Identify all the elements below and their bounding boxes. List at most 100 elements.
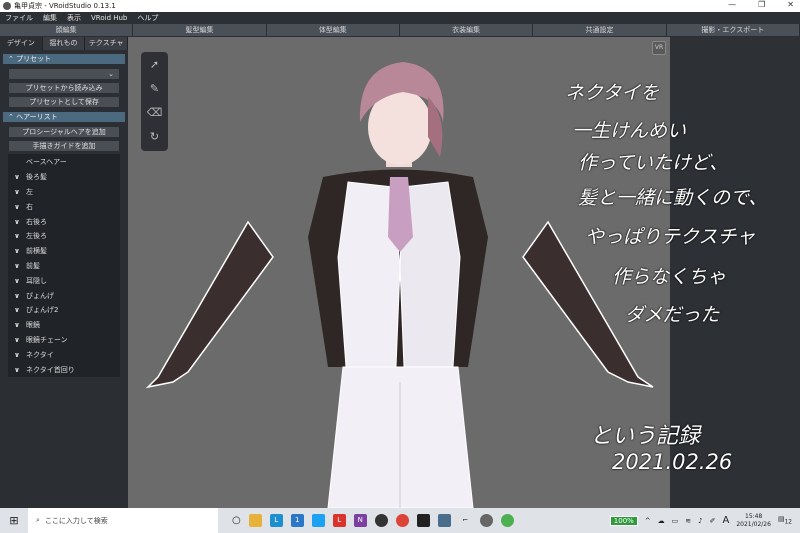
list-item[interactable]: ∨ ネクタイ首回り bbox=[8, 362, 120, 377]
tab-body[interactable]: 体型編集 bbox=[266, 24, 400, 36]
sticky-notes-icon[interactable] bbox=[416, 514, 430, 527]
list-item[interactable]: ∨ 眼鏡 bbox=[8, 318, 120, 333]
list-item[interactable]: ∨ ぴょんげ2 bbox=[8, 303, 120, 318]
menu-help[interactable]: ヘルプ bbox=[137, 13, 158, 23]
subtab-physics[interactable]: 揺れもの bbox=[42, 37, 86, 50]
pen-tray-icon[interactable]: ✐ bbox=[710, 517, 716, 525]
chrome-icon[interactable] bbox=[395, 514, 409, 527]
chevron-down-icon[interactable]: ∨ bbox=[8, 277, 26, 285]
chevron-down-icon[interactable]: ∨ bbox=[8, 232, 26, 240]
hairlist-section-header[interactable]: ⌃ ヘアーリスト bbox=[3, 112, 125, 122]
list-item-label: ネクタイ bbox=[26, 350, 54, 359]
mail-icon[interactable]: 1 bbox=[290, 514, 304, 527]
chevron-down-icon[interactable]: ∨ bbox=[8, 262, 26, 270]
rotate-icon[interactable]: ↻ bbox=[150, 130, 159, 148]
chevron-down-icon[interactable]: ∨ bbox=[8, 351, 26, 359]
maximize-button[interactable]: ❐ bbox=[758, 0, 765, 9]
tab-export[interactable]: 撮影・エクスポート bbox=[666, 24, 800, 36]
window-title: 亀甲貞宗 - VRoidStudio 0.13.1 bbox=[14, 2, 116, 10]
list-item[interactable]: ∨ 眼鏡チェーン bbox=[8, 333, 120, 348]
save-preset-button[interactable]: プリセットとして保存 bbox=[8, 96, 120, 108]
line-app-icon[interactable]: L bbox=[269, 514, 283, 527]
list-item[interactable]: ∨ 前髪 bbox=[8, 259, 120, 274]
ime-indicator[interactable]: A bbox=[723, 515, 730, 526]
tool-palette: ➚ ✎ ⌫ ↻ bbox=[141, 52, 168, 151]
list-item[interactable]: ∨ 右後ろ bbox=[8, 214, 120, 229]
pen-icon[interactable]: ✎ bbox=[150, 82, 159, 100]
hairlist-header-label: ヘアーリスト bbox=[16, 113, 58, 121]
list-item-label: 眼鏡チェーン bbox=[26, 335, 68, 344]
chevron-down-icon[interactable]: ∨ bbox=[8, 366, 26, 374]
tab-outfit[interactable]: 衣装編集 bbox=[399, 24, 534, 36]
close-button[interactable]: ✕ bbox=[787, 0, 794, 9]
menu-file[interactable]: ファイル bbox=[5, 13, 33, 23]
minimize-button[interactable]: — bbox=[728, 0, 736, 9]
taskbar-search[interactable]: ⌕ ここに入力して検索 bbox=[28, 508, 218, 533]
wifi-icon[interactable]: ≋ bbox=[685, 517, 691, 525]
color-app-icon[interactable] bbox=[500, 514, 514, 527]
clock-date: 2021/02/26 bbox=[736, 520, 771, 528]
chevron-down-icon[interactable]: ∨ bbox=[8, 173, 26, 181]
menu-view[interactable]: 表示 bbox=[67, 13, 81, 23]
twitter-icon[interactable] bbox=[311, 514, 325, 527]
calculator-icon[interactable] bbox=[437, 514, 451, 527]
vroid-studio-icon[interactable] bbox=[479, 514, 493, 527]
list-item[interactable]: ∨ 後ろ髪 bbox=[8, 170, 120, 185]
list-item[interactable]: ∨ 左後ろ bbox=[8, 229, 120, 244]
3d-viewport[interactable]: ➚ ✎ ⌫ ↻ VR bbox=[128, 37, 670, 508]
list-item[interactable]: ∨ 前横髪 bbox=[8, 244, 120, 259]
subtab-design[interactable]: デザイン bbox=[0, 37, 43, 50]
cortana-icon[interactable]: ○ bbox=[232, 515, 241, 526]
list-item-label: 耳隠し bbox=[26, 276, 47, 285]
chevron-down-icon[interactable]: ∨ bbox=[8, 336, 26, 344]
vr-view-button[interactable]: VR bbox=[652, 41, 666, 55]
windows-start-icon[interactable]: ⊞ bbox=[0, 514, 28, 527]
battery-indicator[interactable]: 100% bbox=[609, 515, 638, 526]
list-item[interactable]: ∨ 右 bbox=[8, 199, 120, 214]
app-icon[interactable]: ⌐ bbox=[459, 514, 472, 527]
preset-section-header[interactable]: ⌃ プリセット bbox=[3, 54, 125, 64]
onedrive-icon[interactable]: ☁ bbox=[658, 517, 665, 525]
menu-edit[interactable]: 編集 bbox=[43, 13, 57, 23]
chevron-down-icon[interactable]: ∨ bbox=[8, 292, 26, 300]
chevron-up-icon[interactable]: ^ bbox=[645, 517, 651, 525]
add-procedural-hair-button[interactable]: プロシージャルヘアを追加 bbox=[8, 126, 120, 138]
select-cursor-icon[interactable]: ➚ bbox=[150, 58, 159, 76]
subtab-texture[interactable]: テクスチャ bbox=[85, 37, 129, 50]
battery-icon[interactable]: ▭ bbox=[672, 517, 679, 525]
eraser-icon[interactable]: ⌫ bbox=[147, 106, 163, 124]
tab-hair[interactable]: 髪型編集 bbox=[133, 24, 267, 36]
annotation-line: 髪と一緒に動くので、 bbox=[578, 187, 768, 209]
list-item-label: ぴょんげ bbox=[26, 291, 54, 300]
list-item[interactable]: ∨ ぴょんげ bbox=[8, 288, 120, 303]
list-item-label: 前髪 bbox=[26, 261, 40, 270]
notification-icon[interactable]: ▤12 bbox=[778, 515, 792, 525]
tab-face[interactable]: 顔編集 bbox=[0, 24, 134, 36]
menu-vroid-hub[interactable]: VRoid Hub bbox=[91, 14, 127, 22]
app-l-red-icon[interactable]: L bbox=[332, 514, 346, 527]
chevron-down-icon[interactable]: ∨ bbox=[8, 203, 26, 211]
list-item[interactable]: ベースヘアー bbox=[8, 155, 120, 170]
media-icon[interactable] bbox=[374, 514, 388, 527]
add-guide-button[interactable]: 手描きガイドを追加 bbox=[8, 140, 120, 152]
list-item[interactable]: ∨ 耳隠し bbox=[8, 273, 120, 288]
clock[interactable]: 15:48 2021/02/26 bbox=[736, 513, 771, 529]
chevron-down-icon[interactable]: ∨ bbox=[8, 188, 26, 196]
list-item[interactable]: ∨ 左 bbox=[8, 185, 120, 200]
list-item-label: ベースヘアー bbox=[26, 158, 67, 167]
chevron-down-icon[interactable]: ∨ bbox=[8, 321, 26, 329]
onenote-icon[interactable]: N bbox=[353, 514, 367, 527]
list-item-label: 右 bbox=[26, 202, 33, 211]
chevron-down-icon[interactable]: ∨ bbox=[8, 247, 26, 255]
preset-dropdown[interactable]: ⌄ bbox=[8, 68, 120, 80]
chevron-down-icon[interactable]: ∨ bbox=[8, 306, 26, 314]
chevron-down-icon[interactable]: ∨ bbox=[8, 218, 26, 226]
load-preset-button[interactable]: プリセットから読み込み bbox=[8, 82, 120, 94]
file-explorer-icon[interactable] bbox=[248, 514, 262, 527]
tab-common[interactable]: 共通設定 bbox=[533, 24, 667, 36]
mail-badge: 1 bbox=[295, 516, 300, 524]
volume-icon[interactable]: ♪ bbox=[698, 517, 702, 525]
preset-header-label: プリセット bbox=[16, 55, 52, 63]
collapse-icon: ⌃ bbox=[8, 113, 17, 121]
list-item[interactable]: ∨ ネクタイ bbox=[8, 347, 120, 362]
